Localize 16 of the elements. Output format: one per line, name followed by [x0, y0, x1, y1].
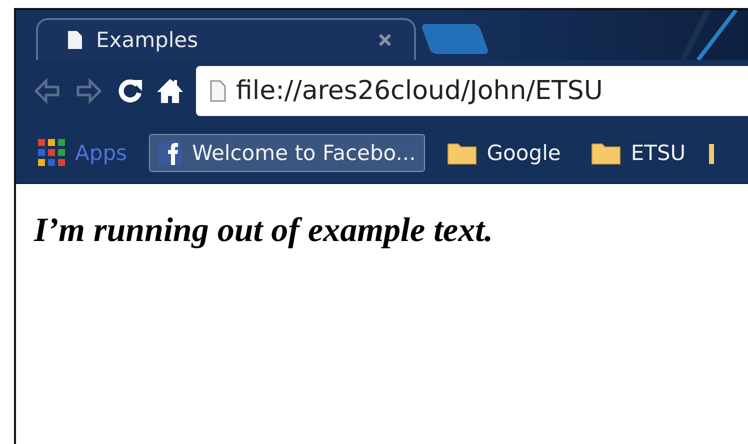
browser-tab[interactable]: Examples	[36, 18, 416, 60]
apps-grid-icon	[38, 139, 65, 166]
page-text: I’m running out of example text.	[34, 212, 494, 250]
close-icon[interactable]	[378, 33, 392, 47]
url-text: file://ares26cloud/John/ETSU	[236, 76, 603, 106]
folder-icon	[446, 140, 477, 164]
bookmark[interactable]: Welcome to Facebo...	[148, 134, 425, 172]
folder-icon	[590, 140, 621, 164]
reload-icon[interactable]	[116, 77, 144, 105]
bookmark[interactable]: Google	[438, 134, 569, 170]
address-bar[interactable]: file://ares26cloud/John/ETSU	[196, 66, 748, 116]
site-icon	[158, 140, 182, 164]
bookmark[interactable]: ETSU	[582, 134, 694, 170]
page-icon	[68, 31, 82, 49]
page-icon	[210, 80, 226, 102]
home-icon[interactable]	[156, 77, 184, 105]
